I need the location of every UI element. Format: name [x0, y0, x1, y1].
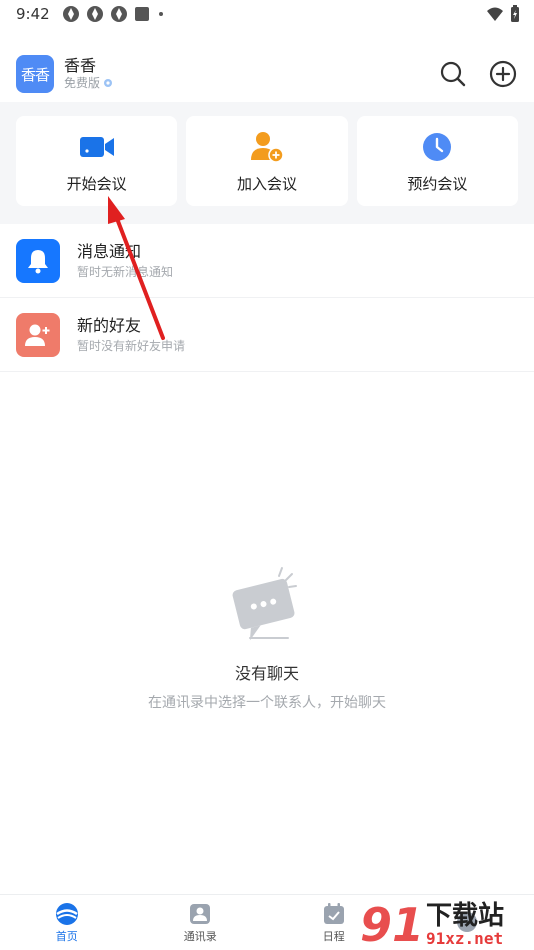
search-icon [440, 61, 466, 87]
notification-dot-icon [158, 12, 163, 16]
notifications-title: 消息通知 [77, 241, 142, 261]
calendar-icon [322, 902, 346, 926]
plan-label: 免费版 [64, 76, 101, 90]
watermark-text: 下载站 [426, 901, 505, 931]
watermark-logo: 91 [360, 898, 425, 950]
join-meeting-label: 加入会议 [236, 174, 297, 193]
header-actions [438, 59, 518, 89]
message-list: 消息通知 暂时无新消息通知 新的好友 暂时没有新好友申请 [0, 224, 534, 372]
list-item-notifications[interactable]: 消息通知 暂时无新消息通知 [0, 224, 534, 298]
list-item-new-friends[interactable]: 新的好友 暂时没有新好友申请 [0, 298, 534, 372]
avatar[interactable]: 香香 [16, 55, 54, 93]
app-header: 香香 香香 免费版 [0, 50, 534, 98]
status-bar: 9:42 [0, 0, 534, 28]
notification-app-icon [62, 6, 79, 22]
quick-actions: 开始会议 加入会议 预约会议 [0, 102, 534, 224]
notification-square-icon [134, 7, 149, 21]
wifi-icon [487, 7, 503, 21]
nav-schedule-label: 日程 [322, 929, 345, 943]
watermark: 91 下载站 91xz.net [360, 888, 530, 948]
schedule-meeting-label: 预约会议 [407, 174, 468, 193]
nav-home-label: 首页 [55, 929, 78, 943]
schedule-meeting-button[interactable]: 预约会议 [356, 116, 518, 206]
plan-badge-icon [104, 79, 113, 87]
notification-app-icon [110, 6, 127, 22]
nav-contacts-label: 通讯录 [183, 929, 217, 943]
plus-circle-icon [489, 60, 517, 88]
empty-chat-state: 没有聊天 在通讯录中选择一个联系人，开始聊天 [0, 560, 534, 712]
home-icon [55, 902, 79, 926]
new-friend-icon [16, 312, 60, 357]
join-meeting-button[interactable]: 加入会议 [186, 116, 348, 206]
add-person-icon [249, 129, 285, 165]
notifications-subtitle: 暂时无新消息通知 [77, 264, 174, 279]
search-button[interactable] [438, 59, 468, 89]
user-info[interactable]: 香香 免费版 [64, 57, 113, 91]
empty-chat-icon [232, 567, 297, 641]
battery-icon [511, 5, 519, 22]
status-time: 9:42 [16, 5, 50, 23]
contacts-icon [188, 902, 212, 926]
new-friends-subtitle: 暂时没有新好友申请 [77, 338, 186, 353]
user-plan: 免费版 [64, 75, 113, 91]
watermark-url: 91xz.net [426, 929, 504, 948]
start-meeting-label: 开始会议 [66, 174, 127, 193]
start-meeting-button[interactable]: 开始会议 [16, 116, 178, 206]
nav-contacts[interactable]: 通讯录 [134, 895, 268, 950]
clock-icon [419, 129, 455, 165]
status-notification-icons [62, 5, 166, 23]
new-friends-title: 新的好友 [77, 315, 142, 335]
empty-title: 没有聊天 [234, 664, 299, 683]
user-name: 香香 [64, 56, 97, 75]
nav-home[interactable]: 首页 [0, 895, 134, 950]
add-button[interactable] [488, 59, 518, 89]
bell-icon [16, 238, 60, 283]
notification-app-icon [86, 6, 103, 22]
video-camera-icon [79, 129, 115, 165]
empty-subtitle: 在通讯录中选择一个联系人，开始聊天 [148, 695, 386, 711]
